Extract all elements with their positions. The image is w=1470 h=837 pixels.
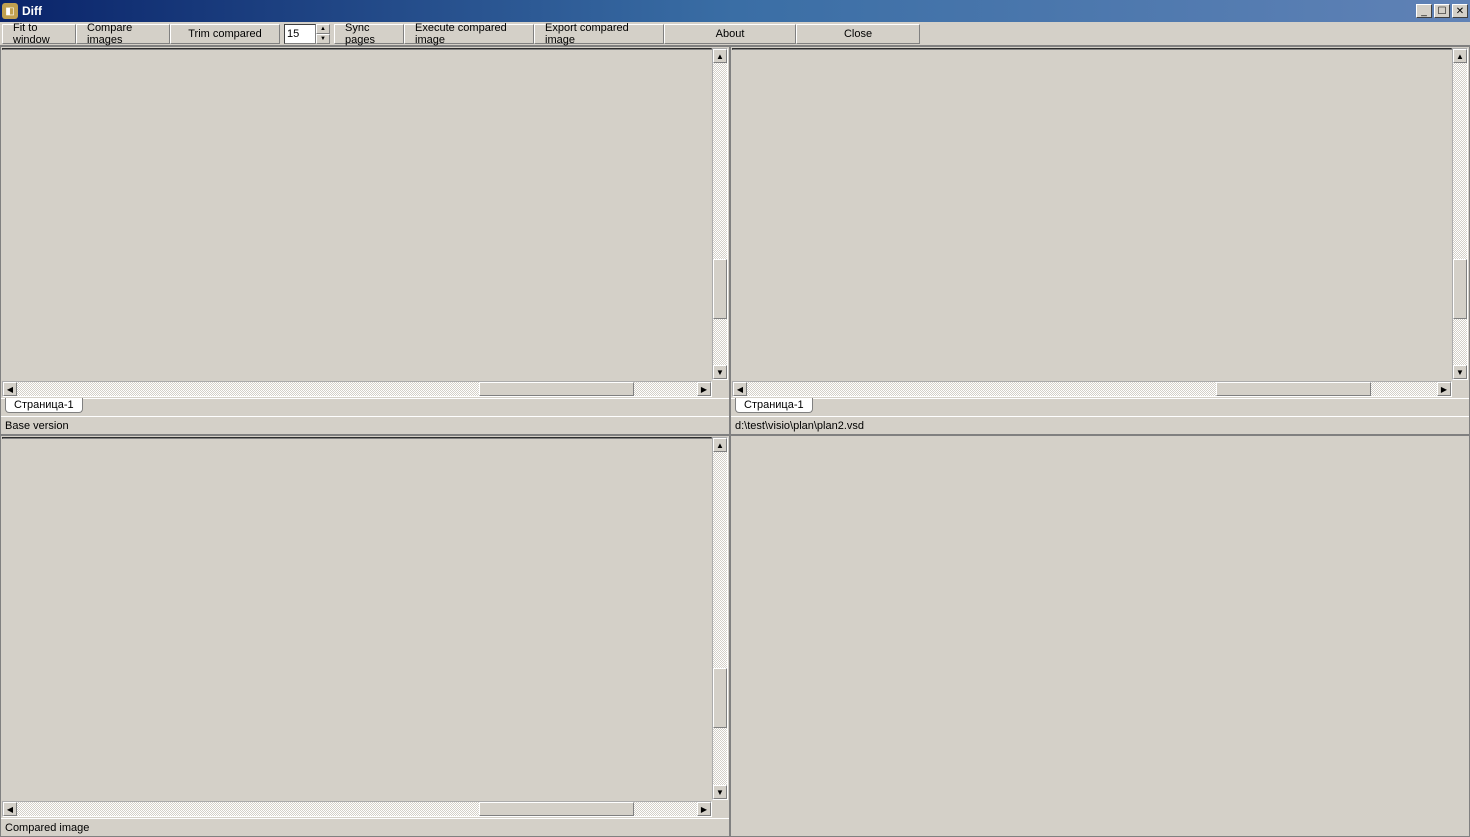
scroll-track[interactable] [713,452,727,785]
scroll-down-button[interactable]: ▼ [1453,365,1467,379]
status-bar: Compared image [1,818,729,836]
vertical-scrollbar[interactable]: ▲ ▼ [1452,48,1468,380]
vertical-scrollbar[interactable]: ▲ ▼ [712,437,728,800]
pane-base-version: ▲ ▼ ◀ ▶ Страница-1 Base version [0,46,730,435]
scroll-track[interactable] [1453,63,1467,365]
page-tab[interactable]: Страница-1 [735,398,813,413]
viewport-diff[interactable] [2,437,712,439]
scroll-left-button[interactable]: ◀ [3,802,17,816]
app-icon: ◧ [2,3,18,19]
scroll-thumb[interactable] [1453,259,1467,319]
scroll-thumb[interactable] [1216,382,1371,396]
close-button[interactable]: Close [796,24,920,44]
viewport-base[interactable] [2,48,712,50]
horizontal-scrollbar[interactable]: ◀ ▶ [2,801,712,817]
scroll-right-button[interactable]: ▶ [1437,382,1451,396]
spinner-input[interactable] [284,24,316,44]
pane-compared-image: ▲ ▼ ◀ ▶ Compared image [0,435,730,837]
scroll-right-button[interactable]: ▶ [697,382,711,396]
scroll-left-button[interactable]: ◀ [733,382,747,396]
pane-empty [730,435,1470,837]
spinner-group: ▲ ▼ [284,24,330,44]
export-compared-button[interactable]: Export compared image [534,24,664,44]
scroll-thumb[interactable] [713,259,727,319]
scroll-up-button[interactable]: ▲ [713,438,727,452]
window-maximize-button[interactable]: ☐ [1434,4,1450,18]
tab-bar: Страница-1 [731,398,1469,416]
toolbar: Fit to window Compare images Trim compar… [0,22,1470,46]
window-title: Diff [22,4,1416,18]
compare-images-button[interactable]: Compare images [76,24,170,44]
horizontal-scrollbar[interactable]: ◀ ▶ [732,381,1452,397]
horizontal-scrollbar[interactable]: ◀ ▶ [2,381,712,397]
fit-to-window-button[interactable]: Fit to window [2,24,76,44]
scroll-down-button[interactable]: ▼ [713,365,727,379]
vertical-scrollbar[interactable]: ▲ ▼ [712,48,728,380]
scroll-track[interactable] [17,382,697,396]
pane-compared-file: ▲ ▼ ◀ ▶ Страница-1 d:\test\visio\plan\pl… [730,46,1470,435]
sync-pages-button[interactable]: Sync pages [334,24,404,44]
scroll-up-button[interactable]: ▲ [1453,49,1467,63]
scroll-left-button[interactable]: ◀ [3,382,17,396]
status-bar: d:\test\visio\plan\plan2.vsd [731,416,1469,434]
spinner-down-button[interactable]: ▼ [316,34,330,44]
execute-compared-button[interactable]: Execute compared image [404,24,534,44]
scroll-thumb[interactable] [713,668,727,728]
window-minimize-button[interactable]: _ [1416,4,1432,18]
tab-bar: Страница-1 [1,398,729,416]
scroll-track[interactable] [17,802,697,816]
scroll-down-button[interactable]: ▼ [713,785,727,799]
window-close-button[interactable]: ✕ [1452,4,1468,18]
scroll-track[interactable] [713,63,727,365]
window-titlebar: ◧ Diff _ ☐ ✕ [0,0,1470,22]
viewport-compared[interactable] [732,48,1452,50]
scroll-up-button[interactable]: ▲ [713,49,727,63]
about-button[interactable]: About [664,24,796,44]
scroll-thumb[interactable] [479,382,634,396]
spinner-up-button[interactable]: ▲ [316,24,330,34]
page-tab[interactable]: Страница-1 [5,398,83,413]
scroll-thumb[interactable] [479,802,634,816]
status-bar: Base version [1,416,729,434]
scroll-track[interactable] [747,382,1437,396]
scroll-right-button[interactable]: ▶ [697,802,711,816]
trim-compared-button[interactable]: Trim compared [170,24,280,44]
